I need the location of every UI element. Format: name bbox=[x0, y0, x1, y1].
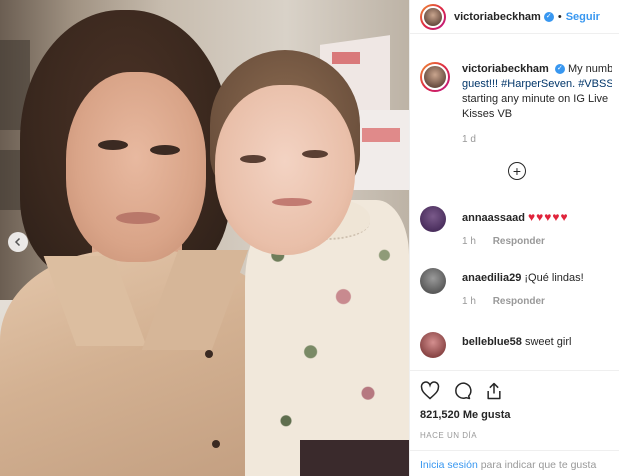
follow-button[interactable]: Seguir bbox=[566, 11, 600, 23]
woman-face bbox=[66, 72, 206, 262]
plus-icon: + bbox=[512, 163, 522, 179]
heart-icon[interactable] bbox=[420, 381, 440, 401]
avatar[interactable] bbox=[420, 268, 446, 294]
post-caption: victoriabeckham ✓ My numb guest!!! #Harp… bbox=[410, 34, 619, 147]
avatar bbox=[422, 5, 444, 28]
display-box-accent bbox=[332, 52, 360, 64]
hashtag-vbss[interactable]: #VBSS bbox=[578, 78, 612, 90]
woman-lips bbox=[116, 212, 160, 224]
girl-eye bbox=[240, 155, 266, 163]
woman-eye bbox=[150, 145, 180, 155]
post-side-panel: victoriabeckham ✓ • Seguir victoriabeckh… bbox=[409, 0, 619, 476]
reply-button[interactable]: Responder bbox=[493, 296, 545, 307]
separator-dot: • bbox=[557, 10, 562, 23]
share-icon[interactable] bbox=[484, 381, 504, 401]
dark-fabric bbox=[300, 440, 409, 476]
carousel-prev-button[interactable] bbox=[8, 232, 28, 252]
caption-text: victoriabeckham ✓ My numb guest!!! #Harp… bbox=[462, 62, 612, 147]
verified-badge-icon: ✓ bbox=[543, 11, 554, 22]
verified-badge-icon: ✓ bbox=[554, 64, 565, 75]
login-prompt: Inicia sesión para indicar que te gusta bbox=[410, 450, 619, 476]
caption-time: 1 d bbox=[462, 134, 476, 145]
profile-avatar-ring[interactable] bbox=[420, 3, 446, 30]
avatar[interactable] bbox=[420, 206, 446, 232]
caption-line: starting any minute on IG Live bbox=[462, 93, 609, 105]
avatar bbox=[422, 64, 448, 90]
comment-username[interactable]: anaedilia29 bbox=[462, 272, 521, 284]
load-more-comments-button[interactable]: + bbox=[508, 162, 526, 180]
woman-eye bbox=[98, 140, 128, 150]
chevron-left-icon bbox=[14, 237, 21, 247]
instagram-post: victoriabeckham ✓ • Seguir victoriabeckh… bbox=[0, 0, 619, 476]
login-link[interactable]: Inicia sesión bbox=[420, 459, 478, 471]
hashtag-harperseven[interactable]: guest!!! #HarperSeven. bbox=[462, 78, 575, 90]
post-photo[interactable] bbox=[0, 0, 409, 476]
girl-lips bbox=[272, 198, 312, 206]
girl-eye bbox=[302, 150, 328, 158]
comment-username[interactable]: belleblue58 bbox=[462, 336, 522, 348]
post-header: victoriabeckham ✓ • Seguir bbox=[410, 0, 619, 34]
caption-line: Kisses VB bbox=[462, 108, 513, 120]
comment-item: anaedilia29 ¡Qué lindas! 1 h Responder bbox=[420, 268, 619, 307]
comment-time: 1 h bbox=[462, 236, 476, 247]
heart-emojis: ♥♥♥♥♥ bbox=[528, 210, 569, 224]
display-box-accent bbox=[362, 128, 400, 142]
comment-icon[interactable] bbox=[452, 381, 472, 401]
post-timestamp: HACE UN DÍA bbox=[420, 431, 478, 440]
caption-avatar-ring[interactable] bbox=[420, 62, 450, 92]
caption-username[interactable]: victoriabeckham bbox=[462, 63, 549, 75]
comment-item: belleblue58 sweet girl bbox=[420, 332, 619, 358]
comment-text: ¡Qué lindas! bbox=[524, 272, 584, 284]
caption-text-start: My numb bbox=[567, 63, 612, 75]
comment-text: sweet girl bbox=[524, 336, 572, 348]
comments-section[interactable]: victoriabeckham ✓ My numb guest!!! #Harp… bbox=[410, 34, 619, 370]
shirt-button bbox=[205, 350, 213, 358]
girl-face bbox=[215, 85, 355, 255]
avatar[interactable] bbox=[420, 332, 446, 358]
reply-button[interactable]: Responder bbox=[493, 236, 545, 247]
likes-count[interactable]: 821,520 Me gusta bbox=[420, 409, 610, 421]
comment-username[interactable]: annaassaad bbox=[462, 212, 525, 224]
shirt-button bbox=[212, 440, 220, 448]
header-username[interactable]: victoriabeckham bbox=[454, 11, 541, 23]
action-icons bbox=[420, 377, 610, 405]
comment-item: annaassaad ♥♥♥♥♥ 1 h Responder bbox=[420, 206, 619, 247]
post-actions: 821,520 Me gusta HACE UN DÍA bbox=[410, 370, 619, 440]
login-prompt-text: para indicar que te gusta bbox=[480, 459, 597, 471]
comment-time: 1 h bbox=[462, 296, 476, 307]
